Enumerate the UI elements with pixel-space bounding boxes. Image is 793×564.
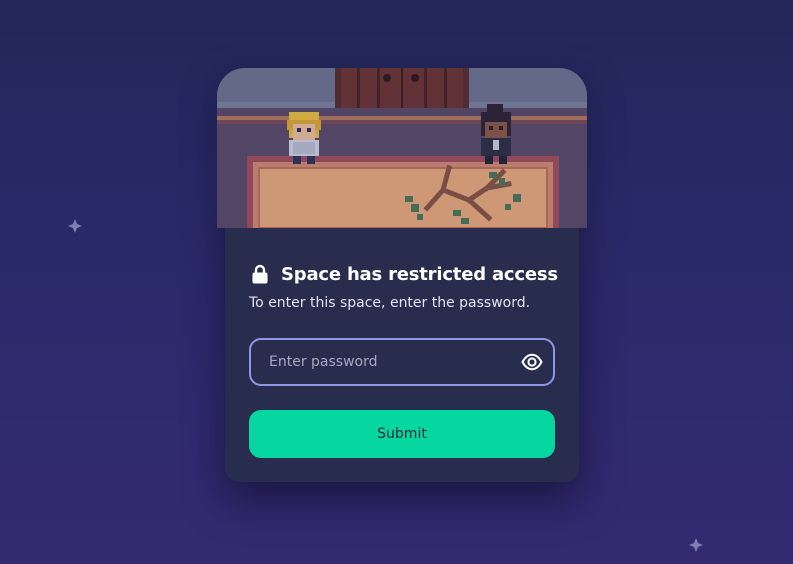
dialog-header: Space has restricted access (251, 262, 558, 286)
dialog-title: Space has restricted access (281, 263, 558, 285)
lock-icon (251, 264, 269, 284)
password-input[interactable] (269, 340, 509, 384)
password-field (249, 338, 555, 386)
dialog-subtitle: To enter this space, enter the password. (249, 295, 531, 311)
space-preview-image (217, 68, 587, 228)
submit-button[interactable]: Submit (249, 410, 555, 458)
eye-icon[interactable] (521, 351, 543, 373)
sparkle-icon (688, 537, 704, 553)
sparkle-icon (67, 218, 83, 234)
